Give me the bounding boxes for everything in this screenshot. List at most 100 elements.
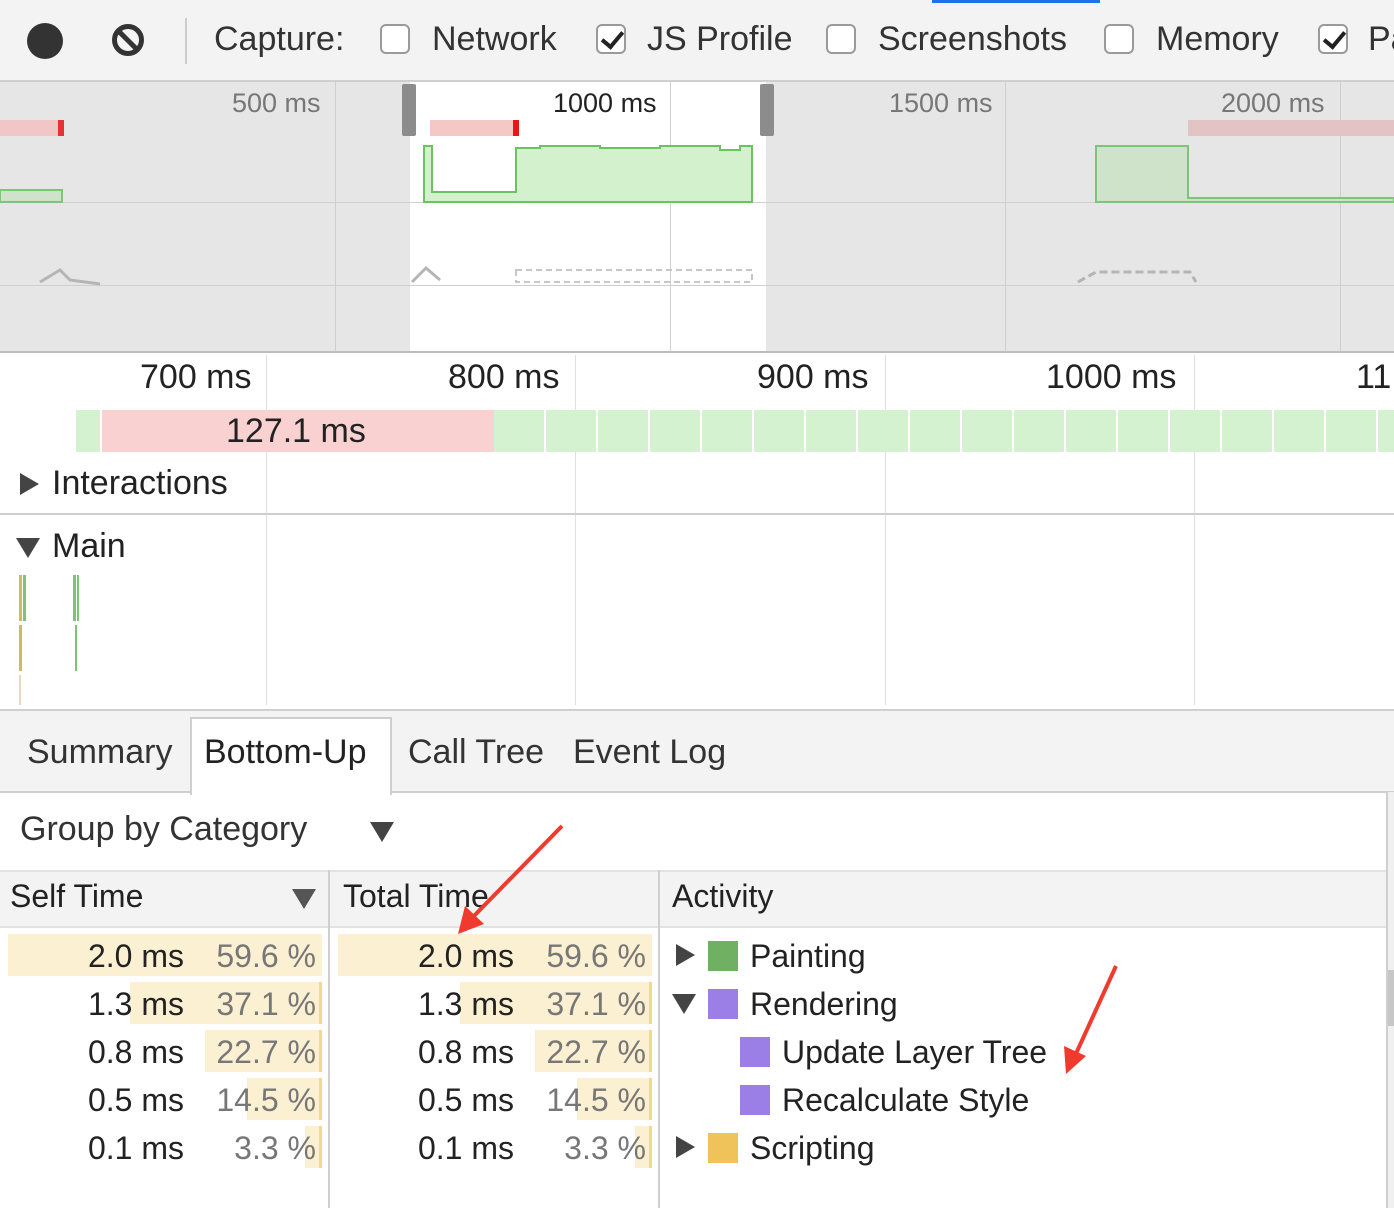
- section-divider: [0, 513, 1394, 515]
- frame-block[interactable]: [754, 410, 806, 452]
- frame-block[interactable]: [598, 410, 650, 452]
- overview-network-hatch: [1077, 270, 1198, 284]
- collapse-arrow-icon[interactable]: [672, 994, 696, 1014]
- expand-arrow-icon[interactable]: [20, 473, 39, 495]
- main-task-bar[interactable]: [19, 625, 22, 671]
- flame-gridline: [575, 355, 576, 705]
- frame-block[interactable]: [1378, 410, 1394, 452]
- activity-name[interactable]: Painting: [750, 938, 866, 975]
- total-time-value: 0.5 ms: [417, 1082, 514, 1118]
- total-time-value: 0.1 ms: [417, 1130, 514, 1166]
- tab-bottom-up[interactable]: Bottom-Up: [204, 733, 367, 772]
- network-checkbox[interactable]: [380, 24, 410, 54]
- js-profile-label[interactable]: JS Profile: [647, 20, 793, 59]
- record-icon[interactable]: [27, 23, 63, 59]
- overview-right-handle[interactable]: [760, 84, 774, 136]
- main-task-bar[interactable]: [75, 625, 77, 671]
- frame-block[interactable]: [494, 410, 546, 452]
- activity-name[interactable]: Recalculate Style: [782, 1082, 1029, 1119]
- paint-checkbox[interactable]: [1318, 24, 1348, 54]
- self-time-value: 0.1 ms: [87, 1130, 184, 1166]
- category-color-swatch: [740, 1085, 770, 1115]
- frame-block[interactable]: [1274, 410, 1326, 452]
- activity-name[interactable]: Rendering: [750, 986, 898, 1023]
- total-time-percent: 37.1 %: [546, 986, 646, 1022]
- interactions-section-title[interactable]: Interactions: [52, 464, 228, 503]
- category-color-swatch: [708, 941, 738, 971]
- frame-block[interactable]: [910, 410, 962, 452]
- clear-icon[interactable]: [112, 24, 144, 56]
- long-frame-duration: 127.1 ms: [226, 412, 366, 450]
- tab-event-log[interactable]: Event Log: [573, 733, 726, 772]
- self-time-value: 2.0 ms: [87, 938, 184, 974]
- frame-block[interactable]: [858, 410, 910, 452]
- overview-long-frame-marker: [513, 120, 519, 136]
- main-task-bar[interactable]: [19, 675, 21, 705]
- network-label[interactable]: Network: [432, 20, 557, 59]
- timeline-overview[interactable]: 500 ms 1000 ms 1500 ms 2000 ms: [0, 82, 1394, 352]
- tab-call-tree[interactable]: Call Tree: [408, 733, 544, 772]
- frame-block[interactable]: [806, 410, 858, 452]
- frame-block[interactable]: [546, 410, 598, 452]
- overview-cpu-area: [1095, 145, 1394, 203]
- tab-summary[interactable]: Summary: [27, 733, 172, 772]
- frame-block[interactable]: [1326, 410, 1378, 452]
- group-by-select[interactable]: Group by Category: [20, 810, 307, 849]
- expand-arrow-icon[interactable]: [676, 944, 695, 966]
- toolbar-focus-indicator: [932, 0, 1100, 3]
- screenshots-label[interactable]: Screenshots: [878, 20, 1067, 59]
- activity-name[interactable]: Scripting: [750, 1130, 875, 1167]
- overview-cpu-area: [423, 145, 753, 203]
- total-time-value: 0.8 ms: [417, 1034, 514, 1070]
- main-task-bar[interactable]: [19, 575, 22, 621]
- frame-block[interactable]: [962, 410, 1014, 452]
- memory-checkbox[interactable]: [1104, 24, 1134, 54]
- self-time-percent: 59.6 %: [216, 938, 316, 974]
- self-time-value: 0.5 ms: [87, 1082, 184, 1118]
- flame-gridline: [885, 355, 886, 705]
- total-time-value: 1.3 ms: [417, 986, 514, 1022]
- overview-long-frame-marker: [1188, 120, 1394, 136]
- column-header-activity[interactable]: Activity: [672, 878, 773, 915]
- overview-bottom-border: [0, 351, 1394, 353]
- main-section-title[interactable]: Main: [52, 527, 126, 566]
- paint-label[interactable]: Pa: [1368, 20, 1394, 59]
- main-task-bar[interactable]: [77, 575, 79, 621]
- frame-block[interactable]: [1014, 410, 1066, 452]
- total-time-percent: 59.6 %: [546, 938, 646, 974]
- frame-block[interactable]: [650, 410, 702, 452]
- flame-tick-label: 800 ms: [448, 358, 560, 396]
- collapse-arrow-icon[interactable]: [16, 538, 40, 558]
- self-time-value: 1.3 ms: [87, 986, 184, 1022]
- overview-left-handle[interactable]: [402, 84, 416, 136]
- memory-label[interactable]: Memory: [1156, 20, 1279, 59]
- dropdown-arrow-icon[interactable]: [370, 822, 394, 842]
- category-color-swatch: [708, 1133, 738, 1163]
- toolbar-divider: [185, 18, 187, 64]
- js-profile-checkbox[interactable]: [596, 24, 626, 54]
- frame-block[interactable]: [702, 410, 754, 452]
- frame-block[interactable]: [1066, 410, 1118, 452]
- frame-block[interactable]: [1170, 410, 1222, 452]
- main-task-bar[interactable]: [73, 575, 76, 621]
- category-color-swatch: [740, 1037, 770, 1067]
- frame-block[interactable]: [76, 410, 102, 452]
- expand-arrow-icon[interactable]: [676, 1136, 695, 1158]
- annotation-arrow-icon: [1072, 965, 1118, 1059]
- column-header-total-time[interactable]: Total Time: [343, 878, 489, 915]
- screenshots-checkbox[interactable]: [826, 24, 856, 54]
- total-time-percent: 22.7 %: [546, 1034, 646, 1070]
- total-time-percent: 3.3 %: [564, 1130, 646, 1166]
- self-time-value: 0.8 ms: [87, 1034, 184, 1070]
- table-scrollbar-thumb[interactable]: [1388, 970, 1394, 1026]
- main-task-bar[interactable]: [23, 575, 26, 621]
- overview-long-frame-marker: [58, 120, 64, 136]
- total-time-percent: 14.5 %: [546, 1082, 646, 1118]
- frame-block[interactable]: [1118, 410, 1170, 452]
- column-header-self-time[interactable]: Self Time: [10, 878, 143, 915]
- self-time-percent: 22.7 %: [216, 1034, 316, 1070]
- activity-name[interactable]: Update Layer Tree: [782, 1034, 1047, 1071]
- sort-descending-icon[interactable]: [292, 889, 316, 909]
- frame-block[interactable]: [1222, 410, 1274, 452]
- overview-graphs: [0, 120, 1394, 286]
